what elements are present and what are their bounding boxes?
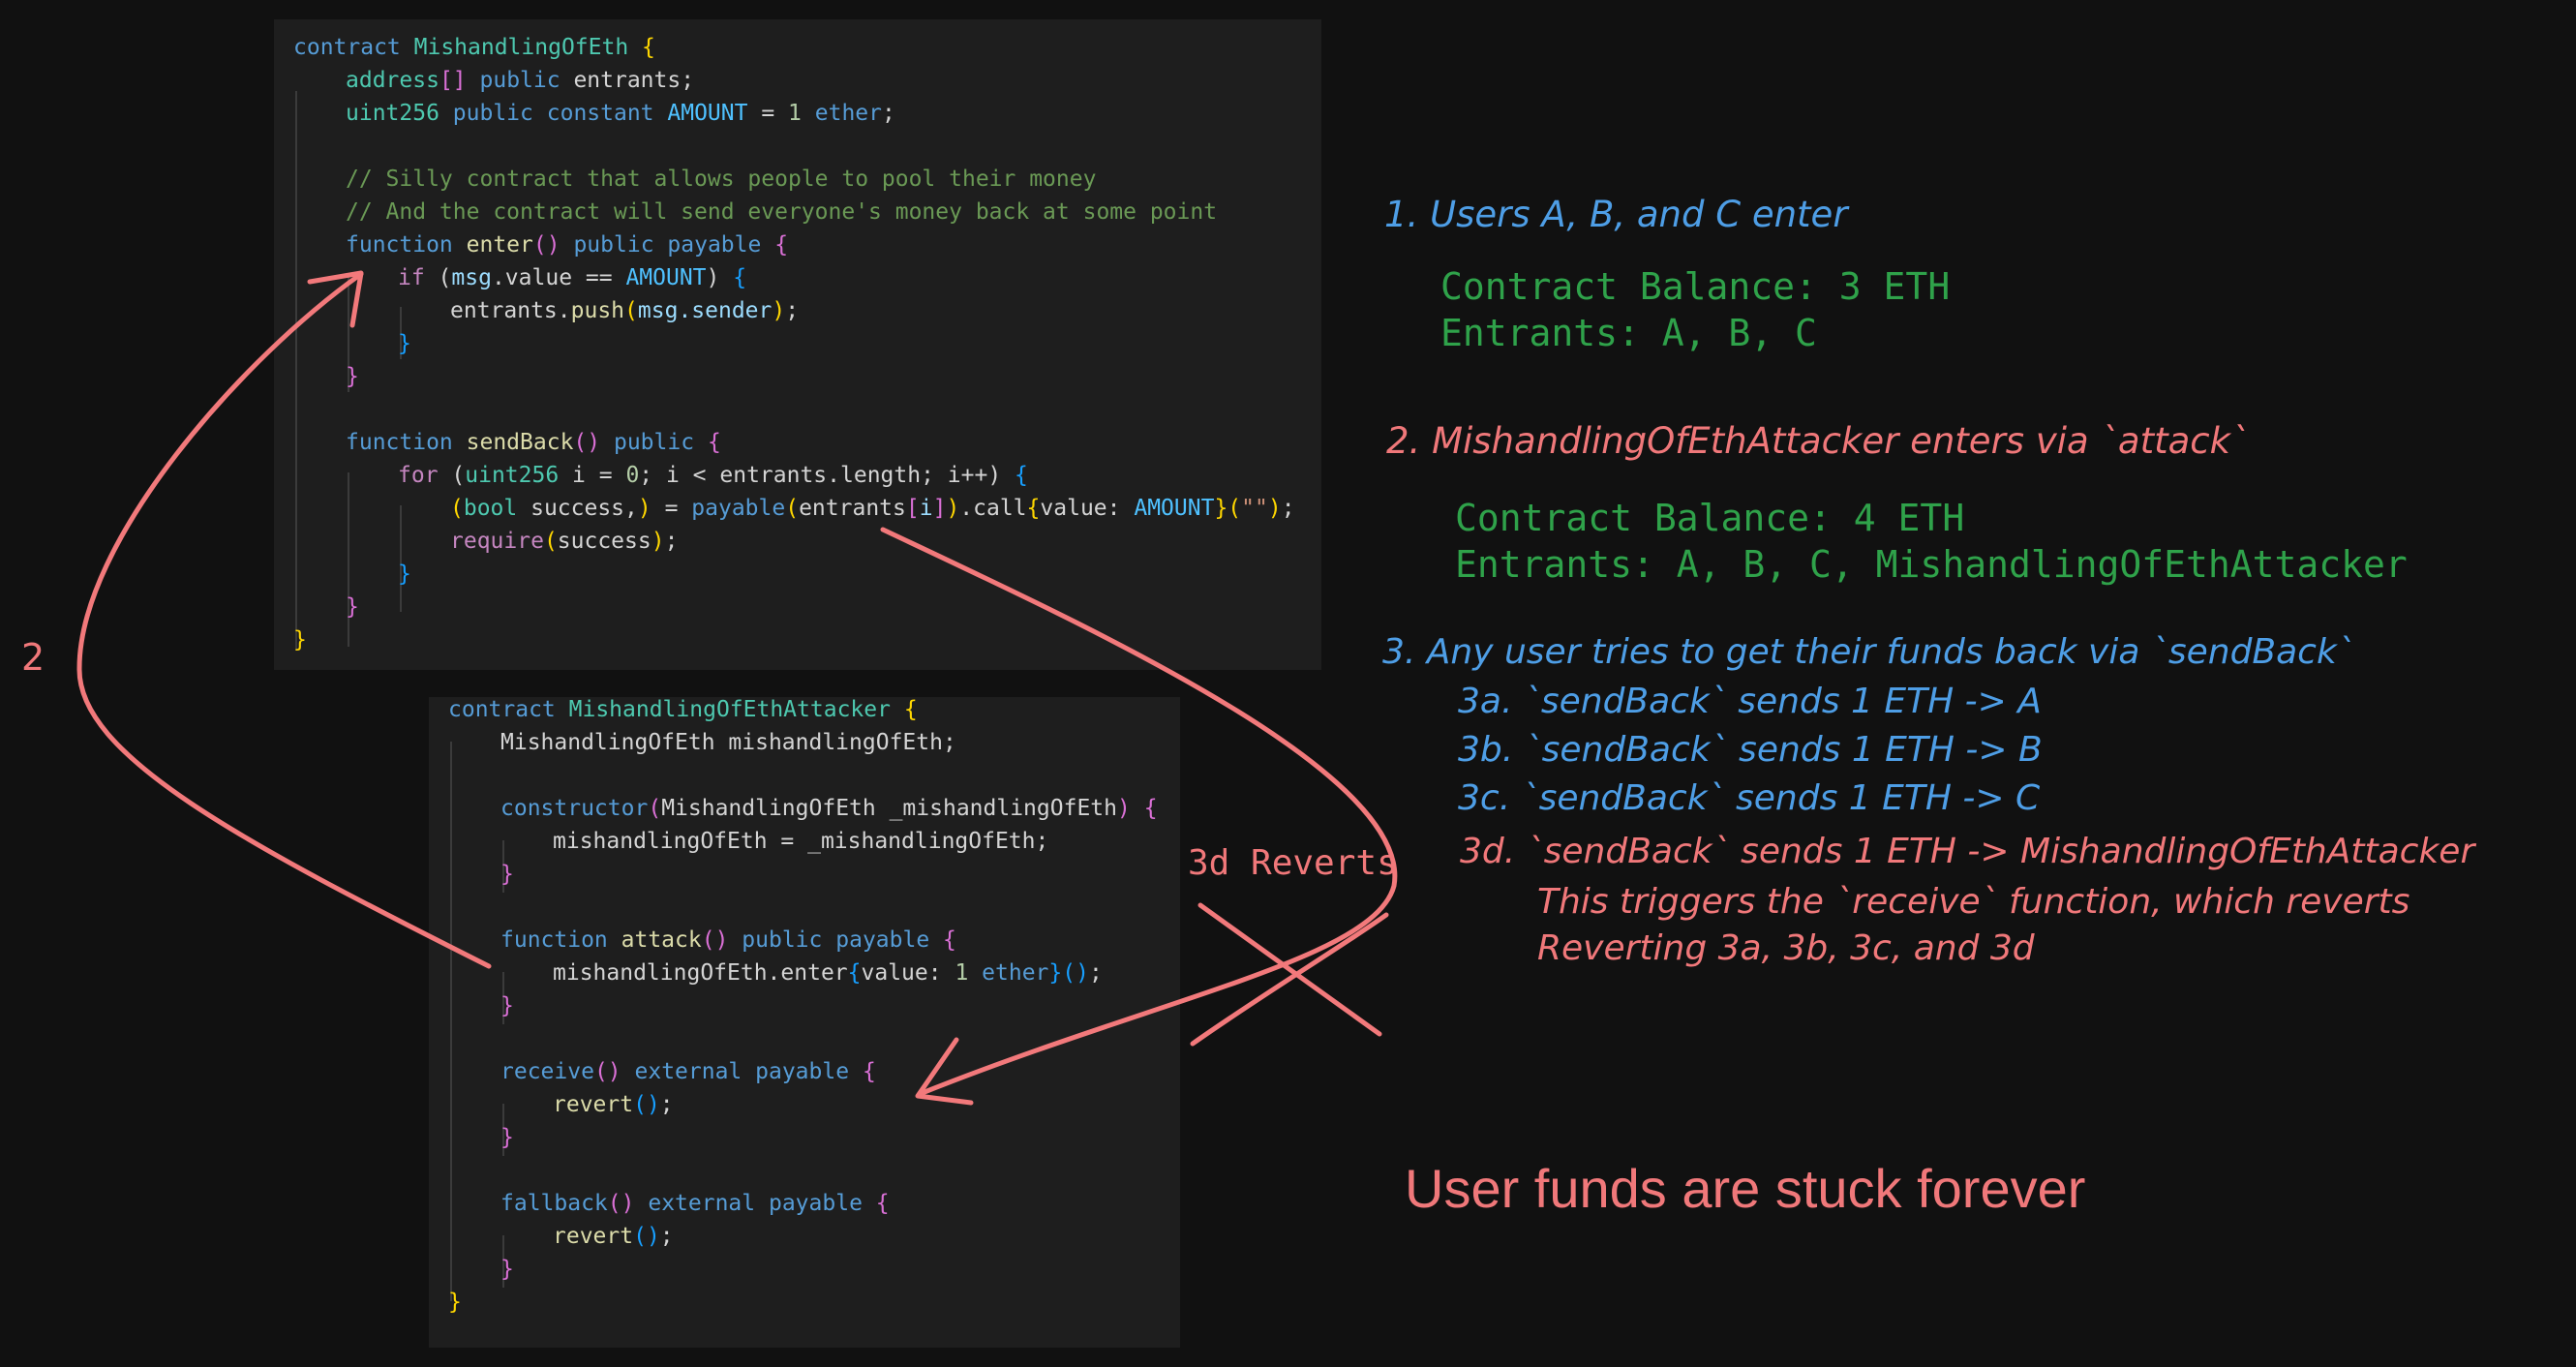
step-1-entrants: Entrants: A, B, C	[1440, 312, 1817, 354]
conclusion-text: User funds are stuck forever	[1405, 1158, 2086, 1219]
step-3d-note-1: This triggers the `receive` function, wh…	[1537, 882, 2410, 922]
step-2-balance: Contract Balance: 4 ETH	[1455, 497, 1965, 539]
arrow-label-2: 2	[21, 636, 45, 679]
arrow-overlay	[76, 270, 1398, 1106]
step-2-entrants: Entrants: A, B, C, MishandlingOfEthAttac…	[1455, 543, 2408, 586]
step-2: 2. MishandlingOfEthAttacker enters via `…	[1386, 420, 2249, 462]
arrow-attack-to-enter	[76, 271, 492, 969]
step-1-balance: Contract Balance: 3 ETH	[1440, 265, 1951, 308]
step-3c: 3c. `sendBack` sends 1 ETH -> C	[1458, 778, 2041, 818]
step-3a: 3a. `sendBack` sends 1 ETH -> A	[1458, 682, 2042, 721]
step-3d-note-2: Reverting 3a, 3b, 3c, and 3d	[1537, 928, 2035, 968]
step-1: 1. Users A, B, and C enter	[1384, 194, 1848, 235]
reverts-label: 3d Reverts	[1188, 843, 1398, 883]
step-3b: 3b. `sendBack` sends 1 ETH -> B	[1458, 730, 2043, 770]
step-3d: 3d. `sendBack` sends 1 ETH -> Mishandlin…	[1460, 832, 2475, 871]
arrow-call-to-receive	[880, 527, 1398, 1097]
step-3: 3. Any user tries to get their funds bac…	[1382, 632, 2354, 672]
